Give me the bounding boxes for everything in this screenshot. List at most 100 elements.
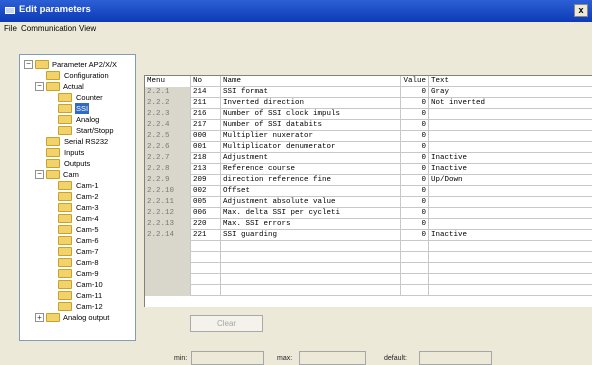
cell-no: 214: [191, 87, 221, 98]
tree-label: Cam-5: [76, 225, 99, 234]
cell-value[interactable]: [401, 252, 429, 263]
folder-icon: [46, 148, 60, 157]
parameter-tree[interactable]: − Parameter AP2/X/X Configuration − Actu…: [19, 54, 136, 341]
tree-label: Cam-6: [76, 236, 99, 245]
cell-no: 006: [191, 208, 221, 219]
table-row[interactable]: 2.2.14 221 SSI guarding 0 Inactive: [145, 230, 592, 241]
cell-menu: 2.2.2: [145, 98, 191, 109]
table-row[interactable]: 2.2.4 217 Number of SSI databits 0: [145, 120, 592, 131]
cell-value[interactable]: 0: [401, 109, 429, 120]
cell-value[interactable]: 0: [401, 131, 429, 142]
column-header-value[interactable]: Value: [401, 76, 429, 87]
empty-table-row[interactable]: [145, 252, 592, 263]
cell-value[interactable]: [401, 263, 429, 274]
empty-table-row[interactable]: [145, 241, 592, 252]
cell-text: [429, 197, 592, 208]
cell-value[interactable]: 0: [401, 87, 429, 98]
table-row[interactable]: 2.2.6 001 Multiplicator denumerator 0: [145, 142, 592, 153]
cell-no: [191, 263, 221, 274]
cell-name: Multiplicator denumerator: [221, 142, 401, 153]
table-row[interactable]: 2.2.10 002 Offset 0: [145, 186, 592, 197]
folder-icon: [58, 181, 72, 190]
cell-menu: 2.2.7: [145, 153, 191, 164]
column-header-no[interactable]: No: [191, 76, 221, 87]
cell-value[interactable]: [401, 285, 429, 296]
menu-view[interactable]: View: [79, 24, 96, 33]
close-button[interactable]: x: [574, 4, 588, 17]
cell-value[interactable]: 0: [401, 197, 429, 208]
cell-menu: [145, 252, 191, 263]
cell-value[interactable]: 0: [401, 142, 429, 153]
cell-menu: 2.2.10: [145, 186, 191, 197]
table-row[interactable]: 2.2.13 220 Max. SSI errors 0: [145, 219, 592, 230]
cell-value[interactable]: [401, 274, 429, 285]
collapse-icon[interactable]: −: [24, 60, 33, 69]
tree-label: Analog output: [63, 313, 110, 322]
cell-value[interactable]: 0: [401, 175, 429, 186]
table-row[interactable]: 2.2.8 213 Reference course 0 Inactive: [145, 164, 592, 175]
table-row[interactable]: 2.2.7 218 Adjustment 0 Inactive: [145, 153, 592, 164]
cell-menu: 2.2.8: [145, 164, 191, 175]
cell-no: 217: [191, 120, 221, 131]
collapse-icon[interactable]: −: [35, 82, 44, 91]
collapse-icon[interactable]: −: [35, 170, 44, 179]
cell-text: [429, 219, 592, 230]
cell-no: 216: [191, 109, 221, 120]
cell-value[interactable]: 0: [401, 208, 429, 219]
table-row[interactable]: 2.2.9 209 direction reference fine 0 Up/Down: [145, 175, 592, 186]
menu-file[interactable]: File: [4, 24, 17, 33]
cell-no: 221: [191, 230, 221, 241]
cell-menu: 2.2.5: [145, 131, 191, 142]
table-row[interactable]: 2.2.1 214 SSI format 0 Gray: [145, 87, 592, 98]
cell-name: Multiplier nuxerator: [221, 131, 401, 142]
cell-menu: [145, 263, 191, 274]
cell-no: 005: [191, 197, 221, 208]
table-row[interactable]: 2.2.2 211 Inverted direction 0 Not inverted: [145, 98, 592, 109]
folder-icon: [58, 269, 72, 278]
folder-icon: [58, 258, 72, 267]
cell-value[interactable]: 0: [401, 230, 429, 241]
cell-value[interactable]: 0: [401, 120, 429, 131]
cell-name: Reference course: [221, 164, 401, 175]
folder-icon: [58, 302, 72, 311]
cell-name: Adjustment: [221, 153, 401, 164]
table-row[interactable]: 2.2.12 006 Max. delta SSI per cycleti 0: [145, 208, 592, 219]
cell-menu: 2.2.11: [145, 197, 191, 208]
cell-text: Up/Down: [429, 175, 592, 186]
tree-label: Cam-8: [76, 258, 99, 267]
empty-table-row[interactable]: [145, 263, 592, 274]
cell-text: Not inverted: [429, 98, 592, 109]
clear-button[interactable]: Clear: [190, 315, 263, 332]
table-row[interactable]: 2.2.5 000 Multiplier nuxerator 0: [145, 131, 592, 142]
folder-icon: [46, 137, 60, 146]
menu-communication[interactable]: Communication: [21, 24, 77, 33]
empty-table-row[interactable]: [145, 285, 592, 296]
column-header-menu[interactable]: Menu: [145, 76, 191, 87]
cell-value[interactable]: 0: [401, 153, 429, 164]
cell-value[interactable]: 0: [401, 186, 429, 197]
cell-no: [191, 252, 221, 263]
folder-icon: [58, 236, 72, 245]
table-row[interactable]: 2.2.11 005 Adjustment absolute value 0: [145, 197, 592, 208]
cell-name: Max. delta SSI per cycleti: [221, 208, 401, 219]
empty-table-row[interactable]: [145, 274, 592, 285]
cell-value[interactable]: [401, 241, 429, 252]
cell-value[interactable]: 0: [401, 219, 429, 230]
folder-icon: [58, 192, 72, 201]
parameter-grid[interactable]: Menu No Name Value Text 2.2.1 214 SSI form…: [144, 75, 592, 307]
folder-icon: [35, 60, 49, 69]
cell-name: [221, 263, 401, 274]
cell-value[interactable]: 0: [401, 164, 429, 175]
cell-value[interactable]: 0: [401, 98, 429, 109]
expand-icon[interactable]: +: [35, 313, 44, 322]
title-bar[interactable]: Edit parameters x: [0, 0, 592, 22]
cell-name: Offset: [221, 186, 401, 197]
cell-name: Number of SSI databits: [221, 120, 401, 131]
tree-label: Actual: [63, 82, 84, 91]
column-header-name[interactable]: Name: [221, 76, 401, 87]
table-row[interactable]: 2.2.3 216 Number of SSI clock impuls 0: [145, 109, 592, 120]
tree-label: Serial RS232: [64, 137, 109, 146]
folder-icon: [46, 82, 60, 91]
tree-label: Cam-11: [76, 291, 103, 300]
column-header-text[interactable]: Text: [429, 76, 592, 87]
